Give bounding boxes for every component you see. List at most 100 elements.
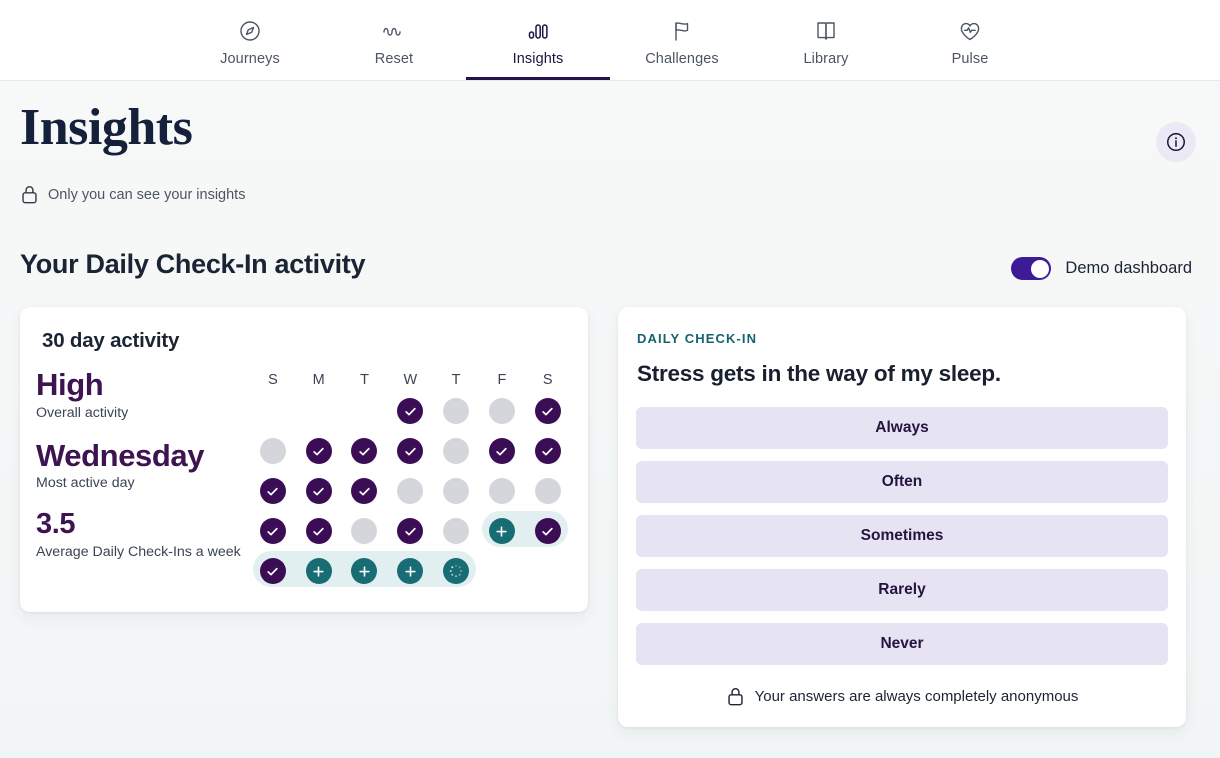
activity-cell (296, 398, 342, 424)
stat-value: Wednesday (36, 437, 205, 473)
day-header: W (403, 372, 418, 388)
day-completed-dot[interactable] (397, 518, 424, 544)
activity-cell (342, 558, 388, 584)
nav-item-challenges[interactable]: Challenges (610, 0, 754, 80)
page-title: Insights (20, 99, 193, 156)
day-completed-dot[interactable] (351, 478, 378, 504)
checkin-eyebrow: DAILY CHECK-IN (637, 331, 758, 346)
nav-item-reset[interactable]: Reset (322, 0, 466, 80)
answer-option-rarely[interactable]: Rarely (636, 569, 1168, 611)
activity-cell (342, 398, 388, 424)
activity-grid-row (250, 511, 588, 551)
page-header: Insights (20, 81, 1200, 162)
info-button[interactable] (1156, 122, 1196, 162)
day-missed-dot (534, 478, 561, 504)
stat-value: 3.5 (36, 508, 76, 541)
activity-cell (525, 558, 571, 584)
day-completed-dot[interactable] (351, 438, 378, 464)
day-completed-dot[interactable] (305, 438, 332, 464)
day-add-checkin-button[interactable] (488, 518, 515, 544)
day-missed-dot (488, 398, 515, 424)
day-missed-dot (443, 398, 470, 424)
day-pending-dot[interactable] (443, 558, 470, 584)
activity-grid: S M T W T F S (250, 367, 588, 591)
activity-cell (433, 518, 479, 544)
answer-option-often[interactable]: Often (636, 461, 1168, 503)
day-header: M (312, 372, 325, 388)
nav-item-insights[interactable]: Insights (466, 0, 610, 80)
checkin-answers: Always Often Sometimes Rarely Never (636, 407, 1168, 665)
day-header: T (451, 372, 461, 388)
day-add-checkin-button[interactable] (305, 558, 332, 584)
day-completed-dot[interactable] (259, 478, 286, 504)
nav-item-pulse[interactable]: Pulse (898, 0, 1042, 80)
day-missed-dot (488, 478, 515, 504)
activity-cell (387, 478, 433, 504)
activity-grid-row (250, 551, 588, 591)
day-missed-dot (443, 518, 470, 544)
activity-cell (433, 438, 479, 464)
info-icon (1165, 131, 1187, 153)
day-missed-dot (443, 478, 470, 504)
answer-option-sometimes[interactable]: Sometimes (636, 515, 1168, 557)
demo-dashboard-toggle[interactable] (1011, 257, 1052, 280)
activity-cell (296, 438, 342, 464)
answer-option-always[interactable]: Always (636, 407, 1168, 449)
wave-icon (380, 17, 408, 45)
day-add-checkin-button[interactable] (397, 558, 424, 584)
activity-cell (525, 478, 571, 504)
day-completed-dot[interactable] (397, 398, 424, 424)
activity-cell (387, 398, 433, 424)
day-add-checkin-button[interactable] (351, 558, 378, 584)
lock-icon (20, 184, 39, 205)
activity-cell (342, 438, 388, 464)
activity-cell (479, 518, 525, 544)
stat-overall-activity: High Overall activity (36, 367, 250, 421)
nav-item-journeys[interactable]: Journeys (178, 0, 322, 80)
activity-cell (250, 518, 296, 544)
nav-label: Pulse (951, 50, 989, 67)
activity-cell (296, 518, 342, 544)
day-empty-dot (489, 558, 515, 584)
compass-icon (236, 17, 264, 45)
day-completed-dot[interactable] (534, 438, 561, 464)
stat-label: Average Daily Check-Ins a week (36, 543, 241, 560)
day-completed-dot[interactable] (534, 518, 561, 544)
nav-label: Library (803, 50, 849, 67)
day-completed-dot[interactable] (305, 518, 332, 544)
book-icon (812, 17, 840, 45)
anonymity-text: Your answers are always completely anony… (754, 688, 1079, 705)
activity-cell (433, 558, 479, 584)
day-empty-dot (306, 398, 332, 424)
day-empty-dot (260, 398, 286, 424)
activity-card-body: High Overall activity Wednesday Most act… (20, 367, 588, 591)
day-missed-dot (397, 478, 424, 504)
activity-cell (342, 518, 388, 544)
checkin-question: Stress gets in the way of my sleep. (637, 361, 1001, 386)
activity-cell (433, 398, 479, 424)
nav-label: Challenges (645, 50, 719, 67)
activity-cell (525, 398, 571, 424)
day-completed-dot[interactable] (259, 558, 286, 584)
day-completed-dot[interactable] (488, 438, 515, 464)
primary-navigation: Journeys Reset Insights Challenges Libra… (0, 0, 1220, 81)
daily-checkin-card: DAILY CHECK-IN Stress gets in the way of… (618, 307, 1186, 727)
day-completed-dot[interactable] (397, 438, 424, 464)
day-header: S (268, 372, 278, 388)
day-missed-dot (259, 438, 286, 464)
stat-value: High (36, 367, 104, 402)
day-completed-dot[interactable] (305, 478, 332, 504)
activity-stats: High Overall activity Wednesday Most act… (20, 367, 250, 591)
flag-icon (668, 17, 696, 45)
day-completed-dot[interactable] (534, 398, 561, 424)
day-of-week-header: S M T W T F S (250, 369, 588, 391)
insights-page: Insights Only you can see your insights … (0, 81, 1220, 758)
activity-grid-row (250, 431, 588, 471)
nav-item-library[interactable]: Library (754, 0, 898, 80)
heart-pulse-icon (956, 17, 984, 45)
day-empty-dot (351, 398, 377, 424)
stat-label: Most active day (36, 475, 135, 492)
answer-option-never[interactable]: Never (636, 623, 1168, 665)
activity-cell (342, 478, 388, 504)
day-completed-dot[interactable] (259, 518, 286, 544)
